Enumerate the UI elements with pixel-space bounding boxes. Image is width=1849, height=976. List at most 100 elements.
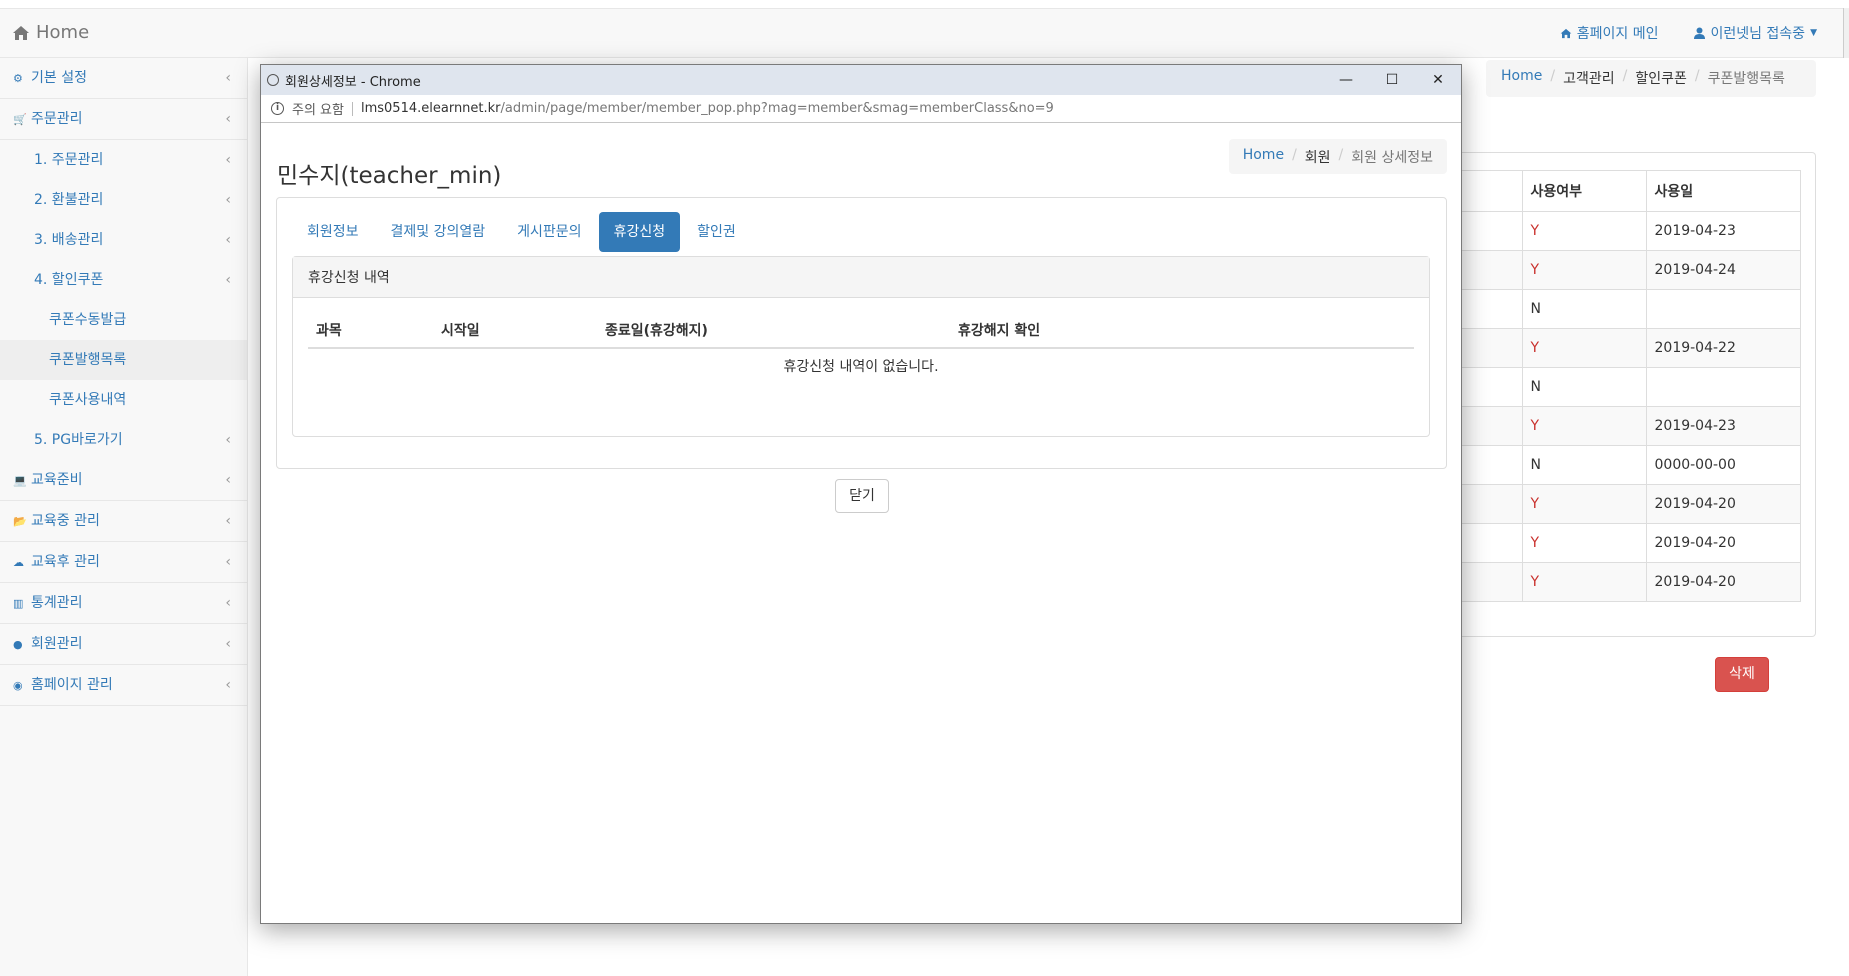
sidebar-item[interactable]: 3. 배송관리 ‹ xyxy=(0,220,247,260)
url-text[interactable]: lms0514.elearnnet.kr/admin/page/member/m… xyxy=(361,101,1054,116)
tab-3[interactable]: 휴강신청 xyxy=(598,212,681,252)
sidebar-item[interactable]: ⚙ 기본 설정 ‹ xyxy=(0,58,247,99)
sidebar-item-label: 쿠폰발행목록 xyxy=(49,351,127,368)
sidebar-item-label: 교육후 관리 xyxy=(31,553,100,570)
sidebar-item-label: 홈페이지 관리 xyxy=(31,676,113,693)
breadcrumb-home[interactable]: Home xyxy=(1243,147,1284,166)
tab-1[interactable]: 결제및 강의열람 xyxy=(376,212,501,252)
used-flag-cell: Y xyxy=(1521,211,1647,251)
info-icon[interactable]: i xyxy=(271,102,284,115)
popup-breadcrumb: Home / 회원 / 회원 상세정보 xyxy=(1228,139,1447,174)
top-navbar: Home 홈페이지 메인 이런넷님 접속중 ▼ xyxy=(0,8,1849,58)
sidebar-item[interactable]: 5. PG바로가기 ‹ xyxy=(0,420,247,460)
delete-button[interactable]: 삭제 xyxy=(1715,657,1769,692)
chevron-left-icon: ‹ xyxy=(225,192,231,208)
chevron-left-icon: ‹ xyxy=(225,272,231,288)
security-status[interactable]: 주의 요함 xyxy=(292,99,344,118)
chevron-left-icon: ‹ xyxy=(225,636,231,652)
chevron-left-icon: ‹ xyxy=(225,432,231,448)
used-flag-cell: Y xyxy=(1521,484,1647,524)
address-bar[interactable]: i 주의 요함 lms0514.elearnnet.kr/admin/page/… xyxy=(261,95,1461,123)
used-date-cell: 0000-00-00 xyxy=(1645,445,1801,485)
tab-4[interactable]: 할인권 xyxy=(682,212,751,252)
table-row: Y 2019-04-23 xyxy=(1440,211,1801,251)
window-scrollbar[interactable] xyxy=(1843,8,1849,58)
breadcrumb-level1: 고객관리 xyxy=(1563,71,1615,87)
sidebar-item[interactable]: ▥ 통계관리 ‹ xyxy=(0,583,247,624)
page-title: 민수지(teacher_min) xyxy=(277,163,502,189)
homepage-main-link[interactable]: 홈페이지 메인 xyxy=(1560,23,1659,43)
col-header-used-date: 사용일 xyxy=(1645,170,1801,212)
chevron-left-icon: ‹ xyxy=(225,111,231,127)
used-date-cell: 2019-04-23 xyxy=(1645,406,1801,446)
sidebar-item[interactable]: 📂 교육중 관리 ‹ xyxy=(0,501,247,542)
close-button[interactable]: 닫기 xyxy=(835,479,889,513)
breadcrumb-separator: / xyxy=(1622,68,1628,84)
user-menu-label: 이런넷님 접속중 xyxy=(1710,26,1806,42)
used-flag-cell: Y xyxy=(1521,562,1647,602)
home-brand-link[interactable]: Home xyxy=(12,22,89,43)
user-menu-dropdown[interactable]: 이런넷님 접속중 ▼ xyxy=(1694,23,1817,43)
sidebar-item[interactable]: 2. 환불관리 ‹ xyxy=(0,180,247,220)
panel-heading: 휴강신청 내역 xyxy=(293,257,1429,298)
chevron-left-icon: ‹ xyxy=(225,232,231,248)
url-host: lms0514.elearnnet.kr xyxy=(360,101,501,116)
folder-open-icon: 📂 xyxy=(13,514,27,528)
col-header-subject: 과목 xyxy=(316,323,342,339)
bar-chart-icon: ▥ xyxy=(13,596,24,610)
sidebar-item[interactable]: 쿠폰발행목록 xyxy=(0,340,247,380)
sidebar-item-label: 교육중 관리 xyxy=(31,512,100,529)
sidebar: ⚙ 기본 설정 ‹ 🛒 주문관리 ‹ 1. 주문관리 ‹ 2. 환불관리 ‹ 3. 배송관리 ‹ 4. … xyxy=(0,58,248,976)
table-row: Y 2019-04-22 xyxy=(1440,328,1801,368)
sidebar-item[interactable]: 🛒 주문관리 ‹ xyxy=(0,99,247,140)
used-date-cell: 2019-04-24 xyxy=(1645,250,1801,290)
user-icon xyxy=(1694,27,1706,39)
col-header-end-date: 종료일(휴강해지) xyxy=(605,323,708,339)
used-flag-cell: Y xyxy=(1521,328,1647,368)
tab-2[interactable]: 게시판문의 xyxy=(502,212,596,252)
leave-request-table: 과목 시작일 종료일(휴강해지) 휴강해지 확인 휴강신청 내역이 없습니다. xyxy=(308,313,1414,387)
chevron-left-icon: ‹ xyxy=(225,595,231,611)
chevron-left-icon: ‹ xyxy=(225,472,231,488)
table-row: N xyxy=(1440,289,1801,329)
homepage-main-label: 홈페이지 메인 xyxy=(1576,26,1659,42)
window-titlebar[interactable]: 회원상세정보 - Chrome — ☐ ✕ xyxy=(261,65,1461,95)
breadcrumb-home[interactable]: Home xyxy=(1501,68,1542,89)
sidebar-item[interactable]: ☁ 교육후 관리 ‹ xyxy=(0,542,247,583)
breadcrumb-separator: / xyxy=(1292,147,1297,163)
sidebar-item[interactable]: ● 회원관리 ‹ xyxy=(0,624,247,665)
tab-0[interactable]: 회원정보 xyxy=(292,212,374,252)
used-flag-cell: N xyxy=(1521,289,1647,329)
table-row: Y 2019-04-24 xyxy=(1440,250,1801,290)
breadcrumb-current: 회원 상세정보 xyxy=(1351,150,1433,166)
minimize-button[interactable]: — xyxy=(1323,65,1369,95)
sidebar-item-label: 통계관리 xyxy=(31,594,83,611)
coupon-list-table: 사용여부 사용일 Y 2019-04-23 Y 2019-04-24 N Y 2019-04… xyxy=(1440,170,1801,602)
table-row: Y 2019-04-20 xyxy=(1440,562,1801,602)
used-flag-cell: Y xyxy=(1521,250,1647,290)
home-icon xyxy=(1560,28,1572,38)
used-date-cell xyxy=(1645,367,1801,407)
breadcrumb: Home / 고객관리 / 할인쿠폰 / 쿠폰발행목록 xyxy=(1486,60,1816,97)
table-row: N xyxy=(1440,367,1801,407)
sidebar-item[interactable]: ◉ 홈페이지 관리 ‹ xyxy=(0,665,247,706)
sidebar-item-label: 5. PG바로가기 xyxy=(34,431,123,448)
cloud-upload-icon: ☁ xyxy=(13,555,24,569)
table-row: Y 2019-04-20 xyxy=(1440,484,1801,524)
breadcrumb-level2: 할인쿠폰 xyxy=(1635,71,1687,87)
table-row: Y 2019-04-20 xyxy=(1440,523,1801,563)
brand-label: Home xyxy=(36,22,90,43)
col-header-leave-cancel-confirm: 휴강해지 확인 xyxy=(958,323,1041,339)
maximize-button[interactable]: ☐ xyxy=(1369,65,1415,95)
sidebar-item-label: 1. 주문관리 xyxy=(34,151,104,168)
sidebar-item[interactable]: 💻 교육준비 ‹ xyxy=(0,460,247,501)
sidebar-item[interactable]: 쿠폰수동발급 xyxy=(0,300,247,340)
sidebar-item[interactable]: 1. 주문관리 ‹ xyxy=(0,140,247,180)
sidebar-item-label: 교육준비 xyxy=(31,471,83,488)
close-window-button[interactable]: ✕ xyxy=(1415,65,1461,95)
breadcrumb-separator: / xyxy=(1694,68,1700,84)
sidebar-item[interactable]: 쿠폰사용내역 xyxy=(0,380,247,420)
sidebar-item-label: 2. 환불관리 xyxy=(34,191,104,208)
window-title: 회원상세정보 - Chrome xyxy=(285,74,421,90)
sidebar-item[interactable]: 4. 할인쿠폰 ‹ xyxy=(0,260,247,300)
